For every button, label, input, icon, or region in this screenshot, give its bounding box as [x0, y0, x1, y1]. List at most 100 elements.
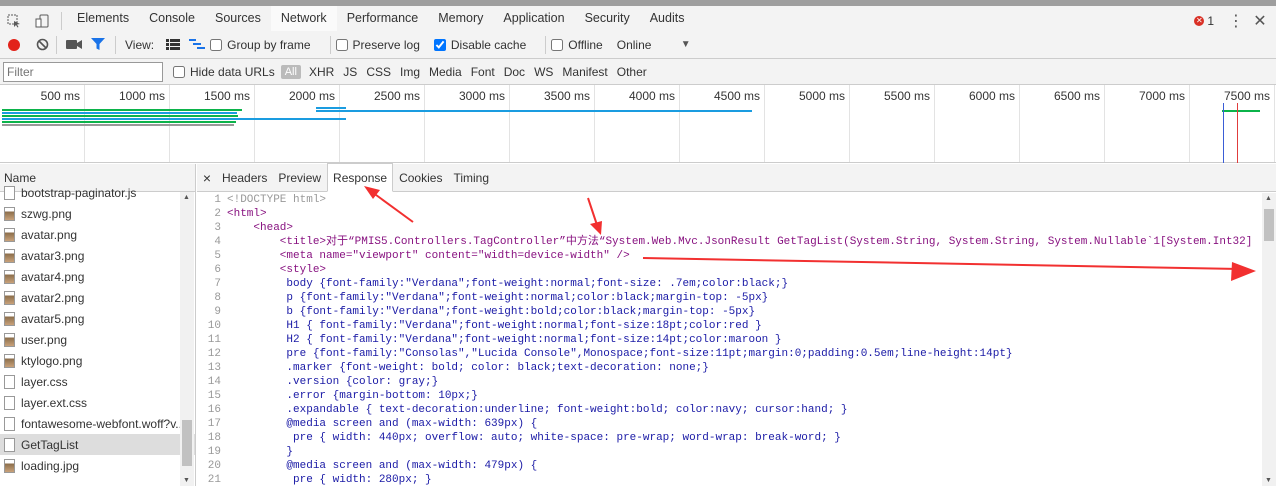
- filter-type-doc[interactable]: Doc: [504, 65, 525, 79]
- view-label: View:: [125, 37, 155, 52]
- code-line: 4 <title>对于“PMIS5.Controllers.TagControl…: [197, 235, 1262, 249]
- timeline-tick-label: 6500 ms: [1053, 89, 1100, 103]
- filter-type-font[interactable]: Font: [471, 65, 495, 79]
- tab-cookies[interactable]: Cookies: [394, 164, 447, 192]
- record-icon[interactable]: [8, 38, 20, 51]
- capture-screenshots-icon[interactable]: [62, 29, 86, 60]
- request-list: Name bootstrap-paginator.js szwg.png avata…: [0, 164, 196, 486]
- response-body[interactable]: 1 <!DOCTYPE html> 2 <html> 3 <head> 4 <title>…: [197, 193, 1262, 486]
- request-name: avatar3.png: [21, 248, 85, 263]
- more-options-icon[interactable]: ⋮: [1224, 11, 1248, 31]
- timeline-gridline: [679, 85, 680, 162]
- timeline-bar: [2, 124, 234, 126]
- request-row[interactable]: szwg.png: [0, 203, 195, 224]
- filter-type-media[interactable]: Media: [429, 65, 462, 79]
- scroll-thumb[interactable]: [1264, 209, 1274, 241]
- line-number: 13: [207, 362, 221, 374]
- waterfall-view-icon[interactable]: [184, 29, 210, 60]
- scroll-thumb[interactable]: [182, 420, 192, 466]
- filter-icon[interactable]: [86, 29, 110, 60]
- response-scrollbar[interactable]: ▲ ▼: [1262, 193, 1276, 486]
- request-row[interactable]: avatar5.png: [0, 308, 195, 329]
- tab-response[interactable]: Response: [327, 163, 394, 192]
- filter-type-css[interactable]: CSS: [366, 65, 391, 79]
- scroll-down-icon[interactable]: ▼: [1265, 477, 1272, 484]
- hide-data-urls-checkbox[interactable]: Hide data URLs: [173, 65, 275, 79]
- line-number: 17: [207, 418, 221, 430]
- close-icon[interactable]: ×: [197, 170, 217, 186]
- line-text: @media screen and (max-width: 639px) {: [227, 418, 538, 430]
- line-text: b {font-family:"Verdana";font-weight:bol…: [227, 306, 756, 318]
- scroll-up-icon[interactable]: ▲: [183, 194, 190, 201]
- request-row[interactable]: avatar2.png: [0, 287, 195, 308]
- request-row[interactable]: user.png: [0, 329, 195, 350]
- request-row[interactable]: layer.ext.css: [0, 392, 195, 413]
- preserve-log-label: Preserve log: [352, 37, 420, 52]
- large-rows-icon[interactable]: [162, 29, 184, 60]
- request-row[interactable]: ktylogo.png: [0, 350, 195, 371]
- request-row[interactable]: layer.css: [0, 371, 195, 392]
- line-number: 4: [214, 236, 221, 248]
- timeline-tick-label: 2500 ms: [373, 89, 420, 103]
- request-row[interactable]: avatar4.png: [0, 266, 195, 287]
- filter-type-img[interactable]: Img: [400, 65, 420, 79]
- timeline-tick-label: 3500 ms: [543, 89, 590, 103]
- request-name: layer.ext.css: [21, 395, 88, 410]
- disable-cache-checkbox[interactable]: Disable cache: [433, 38, 526, 52]
- timeline-overview[interactable]: 500 ms 1000 ms 1500 ms 2000 ms 2500 ms 3000 m…: [0, 85, 1276, 163]
- filter-input[interactable]: [3, 61, 163, 82]
- filter-type-other[interactable]: Other: [617, 65, 647, 79]
- timeline-gridline: [1189, 85, 1190, 162]
- group-by-frame-label: Group by frame: [227, 37, 311, 52]
- timeline-bar: [316, 110, 752, 112]
- offline-checkbox[interactable]: Offline: [551, 38, 603, 52]
- filter-type-js[interactable]: JS: [343, 65, 357, 79]
- clear-icon[interactable]: [33, 29, 51, 60]
- code-line: 7 body {font-family:"Verdana";font-weigh…: [197, 277, 1262, 291]
- filter-type-manifest[interactable]: Manifest: [562, 65, 607, 79]
- filter-type-ws[interactable]: WS: [534, 65, 553, 79]
- request-row[interactable]: GetTagList: [0, 434, 195, 455]
- filter-type-all[interactable]: All: [280, 64, 301, 79]
- group-by-frame-checkbox[interactable]: Group by frame: [210, 37, 311, 52]
- throttle-select[interactable]: Online: [617, 38, 681, 52]
- tab-headers[interactable]: Headers: [217, 164, 272, 192]
- line-number: 2: [214, 208, 221, 220]
- line-number: 11: [207, 334, 221, 346]
- request-row[interactable]: fontawesome-webfont.woff?v...: [0, 413, 195, 434]
- request-row[interactable]: avatar3.png: [0, 245, 195, 266]
- scroll-down-icon[interactable]: ▼: [183, 477, 190, 484]
- tab-timing[interactable]: Timing: [448, 164, 494, 192]
- offline-input[interactable]: [551, 38, 564, 51]
- preserve-log-checkbox[interactable]: Preserve log: [335, 37, 420, 52]
- code-line: 1 <!DOCTYPE html>: [197, 193, 1262, 207]
- line-number: 10: [207, 320, 221, 332]
- line-text: <style>: [227, 264, 327, 276]
- request-list-scrollbar[interactable]: ▲ ▼: [180, 192, 194, 486]
- code-line: 17 @media screen and (max-width: 639px) …: [197, 417, 1262, 431]
- disable-cache-input[interactable]: [433, 38, 446, 51]
- timeline-gridline: [1019, 85, 1020, 162]
- filter-type-xhr[interactable]: XHR: [309, 65, 334, 79]
- request-row[interactable]: bootstrap-paginator.js: [0, 182, 195, 203]
- line-text: pre { width: 440px; overflow: auto; whit…: [227, 432, 841, 444]
- request-name: loading.jpg: [21, 458, 80, 473]
- timeline-gridline: [1104, 85, 1105, 162]
- request-row[interactable]: avatar.png: [0, 224, 195, 245]
- group-by-frame-input[interactable]: [210, 38, 223, 51]
- tab-preview[interactable]: Preview: [273, 164, 326, 192]
- error-counter[interactable]: ✕ 1: [1194, 14, 1214, 28]
- request-row[interactable]: loading.jpg: [0, 455, 195, 476]
- close-devtools-icon[interactable]: ✕: [1248, 11, 1272, 31]
- timeline-bar: [2, 112, 237, 114]
- code-line: 14 .version {color: gray;}: [197, 375, 1262, 389]
- line-number: 6: [214, 264, 221, 276]
- file-icon: [4, 437, 15, 452]
- file-icon: [4, 206, 15, 221]
- preserve-log-input[interactable]: [335, 38, 348, 51]
- scroll-up-icon[interactable]: ▲: [1265, 195, 1272, 202]
- chevron-down-icon[interactable]: ▼: [681, 39, 691, 50]
- line-text: <title>对于“PMIS5.Controllers.TagControlle…: [227, 236, 1253, 248]
- hide-data-urls-input[interactable]: [173, 65, 185, 78]
- code-line: 18 pre { width: 440px; overflow: auto; w…: [197, 431, 1262, 445]
